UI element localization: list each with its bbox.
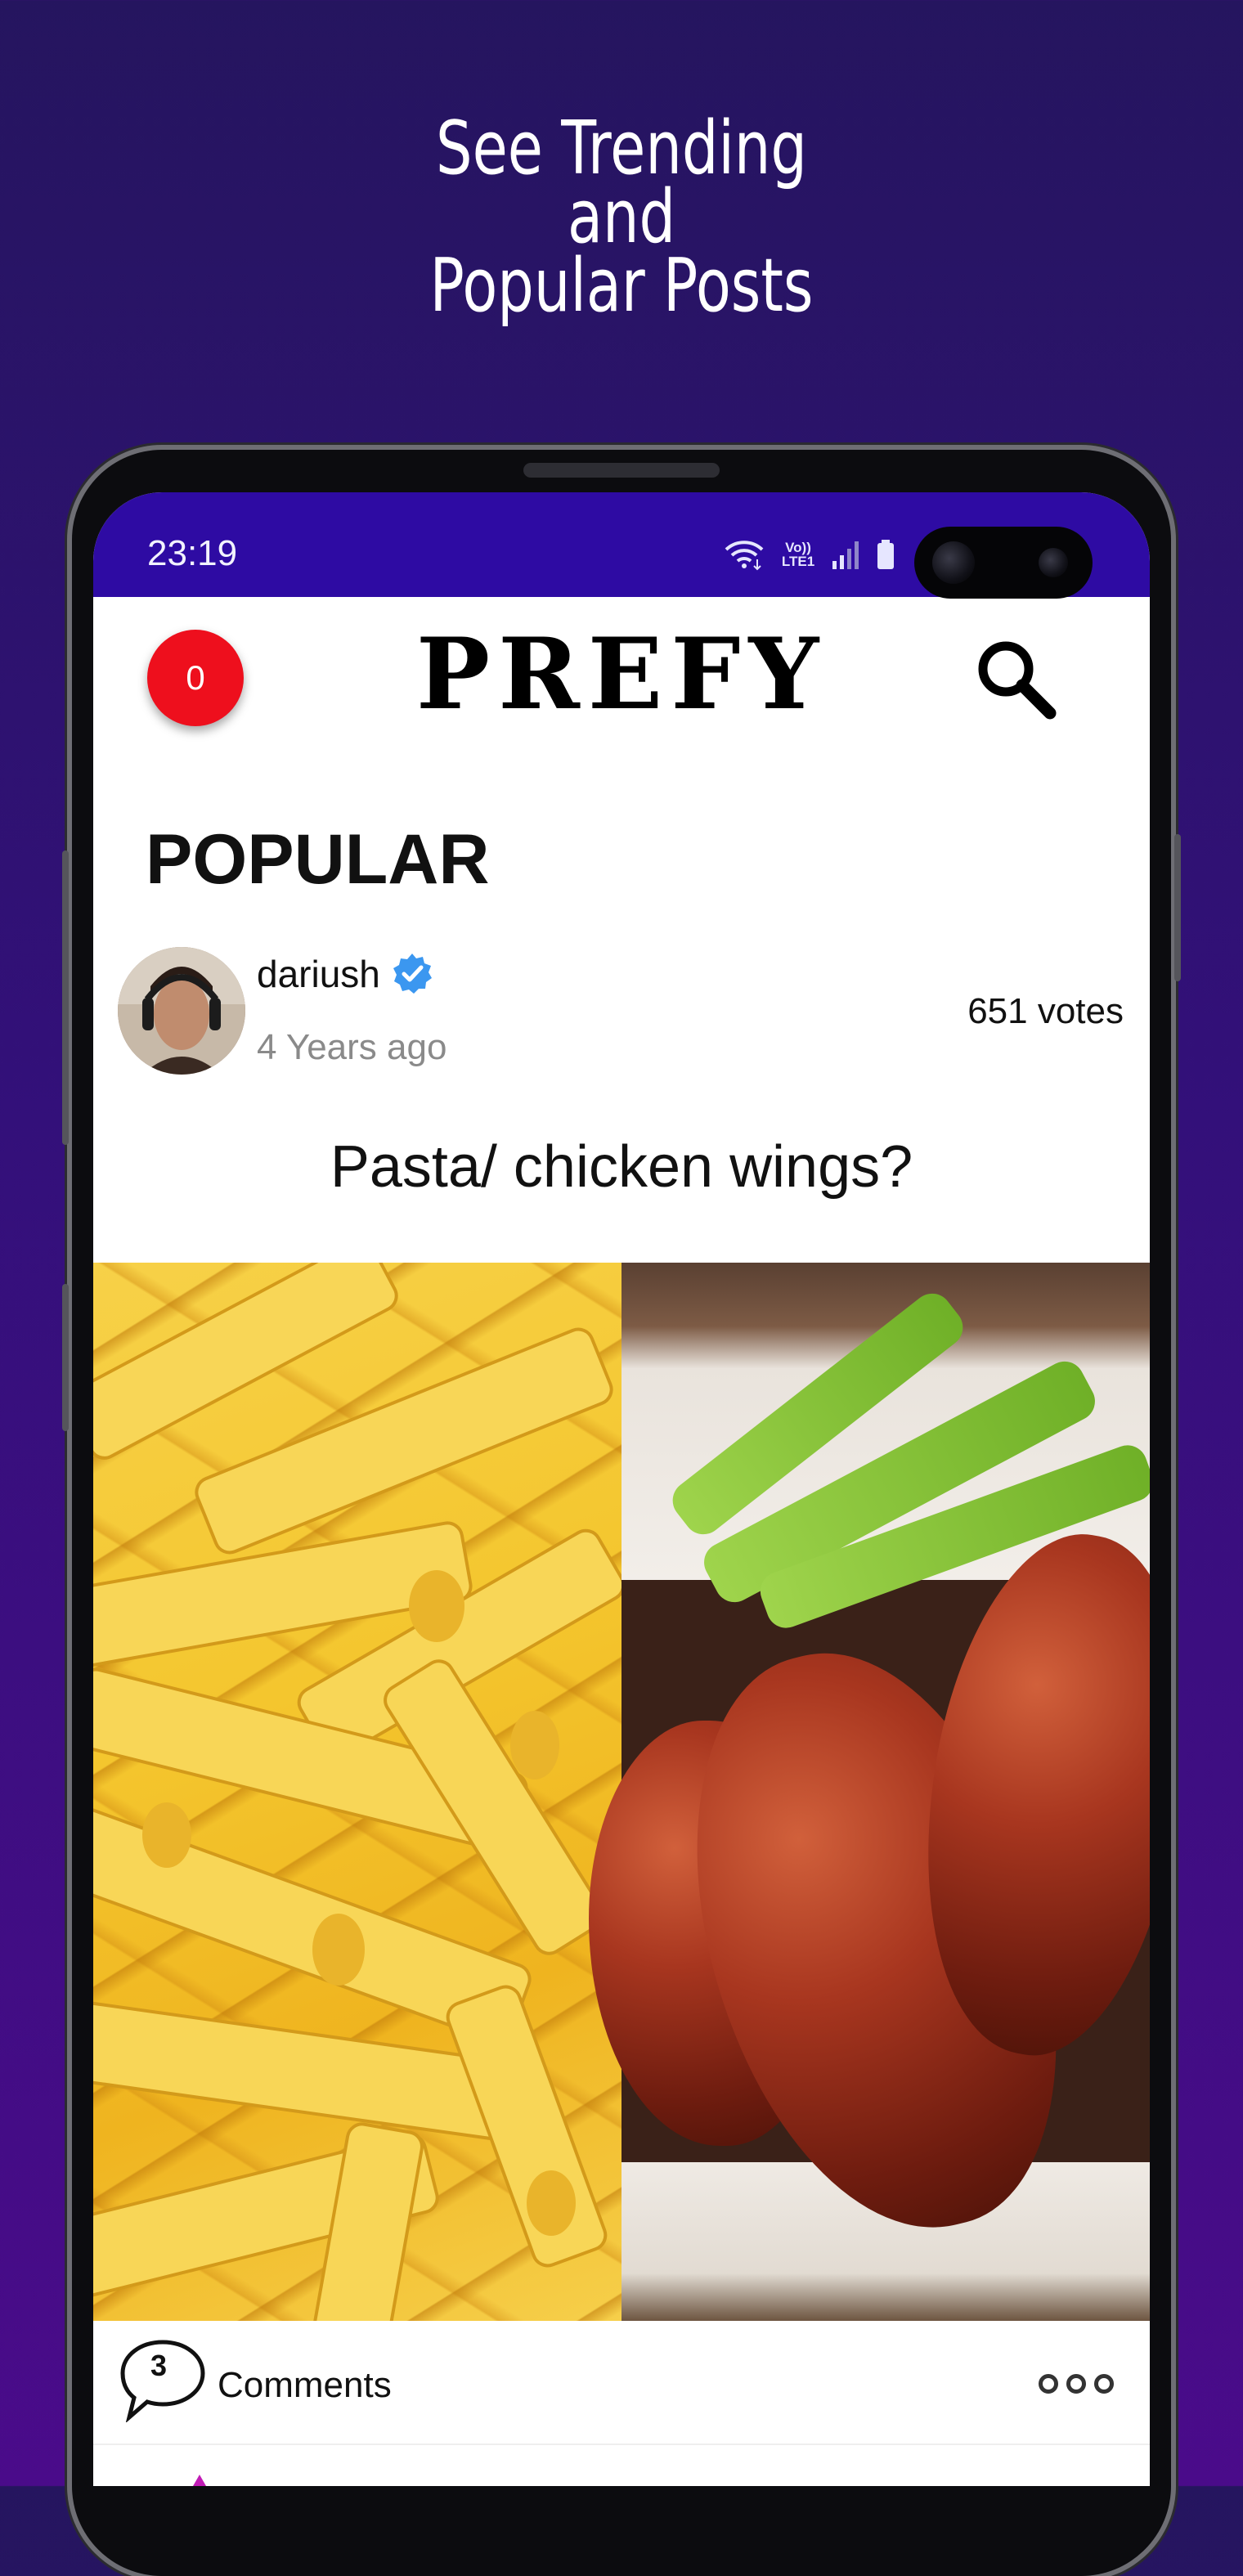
avatar[interactable] [118, 947, 245, 1075]
signal-icon [832, 541, 859, 569]
status-bar: 23:19 Vo)) LTE1 [93, 492, 1150, 599]
post-time: 4 Years ago [257, 1027, 447, 1067]
promo-headline: See Trending and Popular Posts [137, 105, 1106, 329]
comments-button[interactable]: Comments [218, 2365, 392, 2406]
more-dot-icon [1039, 2374, 1058, 2394]
bixby-button [62, 1284, 69, 1431]
post-username[interactable]: dariush [257, 952, 380, 996]
pasta-image[interactable] [93, 1239, 626, 2408]
earpiece-speaker [523, 463, 720, 478]
avatar-image [118, 947, 245, 1075]
promo-line-3: Popular Posts [429, 243, 814, 329]
more-dot-icon [1094, 2374, 1114, 2394]
battery-icon [877, 540, 894, 569]
camera-cutout [914, 527, 1093, 599]
more-dot-icon [1066, 2374, 1086, 2394]
next-post-hint-icon [193, 2475, 206, 2486]
more-options-button[interactable] [1039, 2365, 1129, 2403]
depth-camera-icon [1039, 548, 1068, 577]
verified-badge-icon [393, 954, 432, 994]
pasta-illustration [93, 1239, 626, 2408]
promo-line-1: See Trending [436, 105, 807, 191]
status-icons: Vo)) LTE1 [723, 538, 896, 571]
front-camera-icon [932, 541, 975, 584]
app-header: 0 PREFY [93, 597, 1150, 761]
volume-button [62, 850, 69, 1145]
phone-screen: 23:19 Vo)) LTE1 0 PREFY POPULAR dariush … [93, 492, 1150, 2486]
search-icon[interactable] [972, 635, 1061, 725]
post-question: Pasta/ chicken wings? [330, 1134, 913, 1200]
network-label: Vo)) LTE1 [781, 540, 815, 569]
section-title: POPULAR [146, 820, 490, 899]
power-button [1174, 834, 1181, 981]
chicken-wings-image[interactable] [589, 1263, 1150, 2321]
promo-line-2: and [567, 174, 676, 260]
vote-count: 651 votes [967, 991, 1124, 1031]
post-footer: 3 Comments [93, 2321, 1150, 2445]
wifi-icon [725, 541, 764, 571]
comment-count: 3 [150, 2349, 168, 2382]
status-time: 23:19 [147, 533, 238, 573]
